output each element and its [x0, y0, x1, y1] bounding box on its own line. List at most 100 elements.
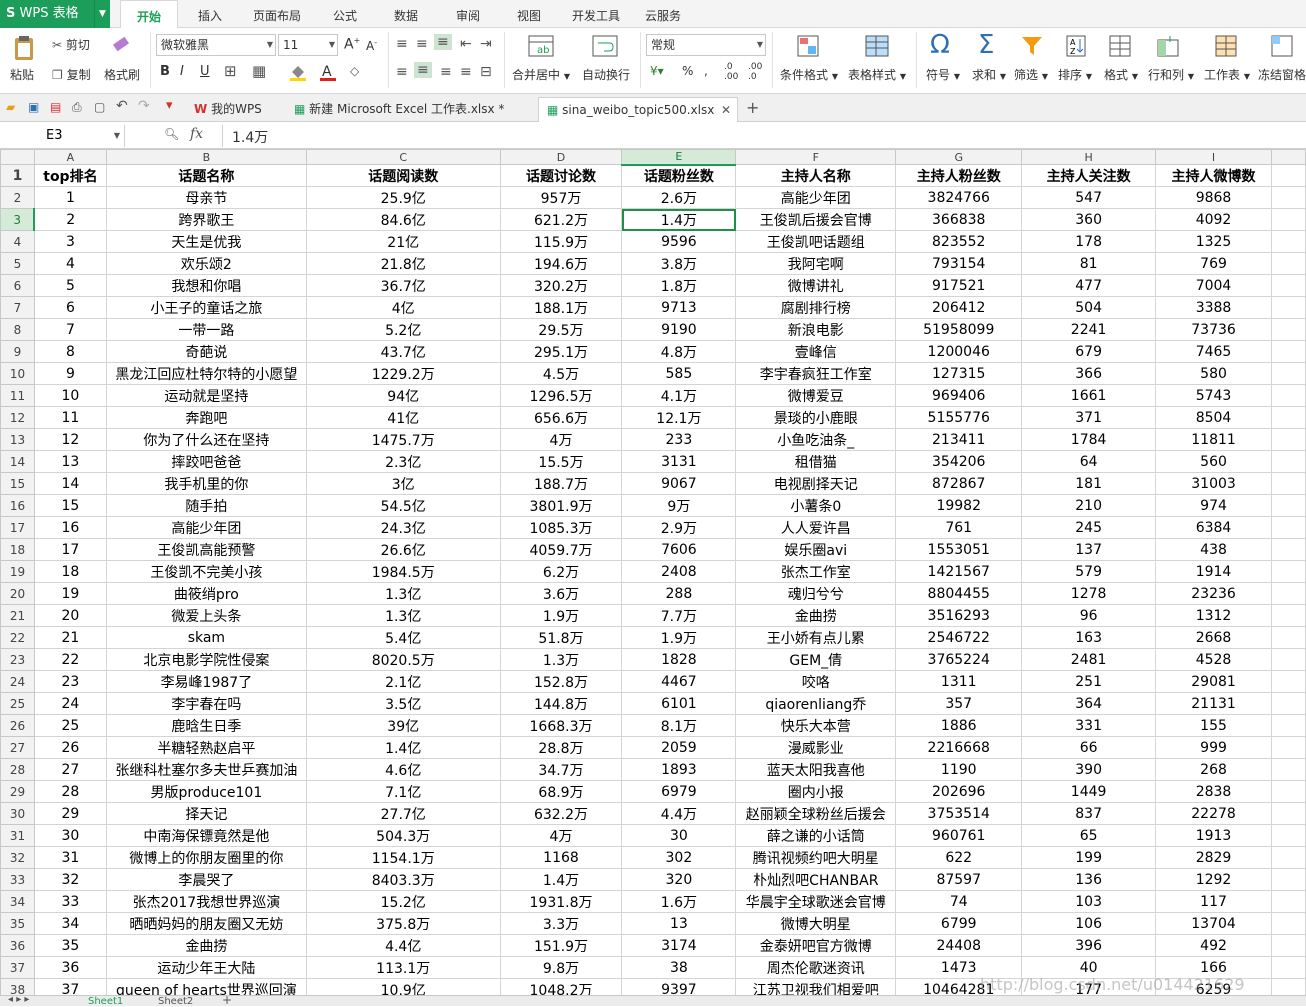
justify-icon[interactable]: ≡ — [460, 64, 472, 80]
cell[interactable]: 7.7万 — [621, 604, 737, 627]
cell[interactable]: 择天记 — [105, 802, 307, 825]
align-middle-icon[interactable]: ≡ — [416, 36, 428, 52]
cell[interactable]: 金泰妍吧官方微博 — [735, 934, 897, 957]
cell[interactable]: 366 — [1021, 362, 1157, 385]
cell[interactable]: 547 — [1021, 186, 1157, 209]
row-header[interactable]: 25 — [0, 692, 35, 715]
doc-tab-new-workbook[interactable]: ▦ 新建 Microsoft Excel 工作表.xlsx * — [286, 97, 536, 122]
sum-icon[interactable]: Σ — [978, 30, 994, 60]
cell[interactable]: 5.2亿 — [305, 318, 501, 341]
conditional-format-icon[interactable] — [796, 34, 822, 63]
cell[interactable]: 155 — [1155, 714, 1272, 737]
cell[interactable]: 27.7亿 — [305, 802, 501, 825]
font-color-icon[interactable]: A — [318, 62, 338, 85]
row-header[interactable]: 36 — [0, 934, 35, 957]
currency-icon[interactable]: ¥▾ — [650, 64, 664, 78]
cell[interactable]: 366838 — [895, 208, 1023, 231]
cell[interactable]: 9868 — [1155, 186, 1272, 209]
redo-icon[interactable]: ↷ — [138, 98, 150, 114]
cell[interactable]: 6799 — [895, 912, 1023, 935]
column-header-d[interactable]: D — [499, 149, 623, 165]
cell[interactable]: 152.8万 — [499, 670, 623, 693]
cell[interactable]: 1325 — [1155, 230, 1272, 253]
cell[interactable]: 1296.5万 — [499, 384, 623, 407]
cell[interactable]: 504 — [1021, 296, 1157, 319]
cell[interactable]: 19982 — [895, 494, 1023, 517]
font-size-select[interactable]: 11 ▼ — [278, 34, 338, 56]
cell[interactable]: 30 — [621, 824, 737, 847]
cell[interactable] — [1270, 824, 1306, 847]
cell[interactable]: 1.3亿 — [305, 604, 501, 627]
cell[interactable]: 1475.7万 — [305, 428, 501, 451]
cell[interactable]: 1.4万 — [621, 208, 737, 231]
filter-button[interactable]: 筛选 ▼ — [1014, 66, 1048, 83]
percent-button[interactable]: % — [682, 64, 693, 78]
cell[interactable]: 39亿 — [305, 714, 501, 737]
filter-icon[interactable] — [1020, 34, 1044, 61]
cell[interactable]: 579 — [1021, 560, 1157, 583]
format-button[interactable]: 格式 ▼ — [1104, 66, 1138, 83]
cell[interactable]: 腐剧排行榜 — [735, 296, 897, 319]
row-header[interactable]: 23 — [0, 648, 35, 671]
align-bottom-icon[interactable]: ≡ — [434, 34, 452, 50]
merge-center-button[interactable]: 合并居中 ▼ — [512, 66, 570, 83]
cell[interactable]: 5.4亿 — [305, 626, 501, 649]
cell[interactable]: 2.3亿 — [305, 450, 501, 473]
cell[interactable]: 1421567 — [895, 560, 1023, 583]
cell[interactable]: 560 — [1155, 450, 1272, 473]
cell[interactable]: 4.6亿 — [305, 758, 501, 781]
cell[interactable]: 蓝天太阳我喜他 — [735, 758, 897, 781]
cell[interactable]: 李易峰1987了 — [105, 670, 307, 693]
cell[interactable]: 2241 — [1021, 318, 1157, 341]
cell[interactable]: 4467 — [621, 670, 737, 693]
cell[interactable]: 957万 — [499, 186, 623, 209]
zoom-icon[interactable]: 🔍︎ — [164, 127, 179, 141]
conditional-format-button[interactable]: 条件格式 ▼ — [780, 66, 838, 83]
cell[interactable]: 84.6亿 — [305, 208, 501, 231]
cell[interactable]: 51958099 — [895, 318, 1023, 341]
cell[interactable]: 黑龙江回应杜特尔特的小愿望 — [105, 362, 307, 385]
cell[interactable]: 21131 — [1155, 692, 1272, 715]
new-tab-icon[interactable]: + — [746, 98, 759, 117]
border-icon[interactable]: ⊞ — [224, 62, 237, 80]
name-box[interactable]: E3 ▼ — [0, 125, 125, 147]
cell[interactable]: 438 — [1155, 538, 1272, 561]
cell[interactable]: 江苏卫视我们相爱吧 — [735, 978, 897, 995]
column-header-f[interactable]: F — [735, 149, 897, 165]
cell[interactable]: 我想和你唱 — [105, 274, 307, 297]
column-header-j[interactable] — [1270, 149, 1306, 165]
cell[interactable]: 1278 — [1021, 582, 1157, 605]
cell[interactable]: 张杰2017我想世界巡演 — [105, 890, 307, 913]
cell[interactable]: 李晨哭了 — [105, 868, 307, 891]
cell[interactable]: 1154.1万 — [305, 846, 501, 869]
cell[interactable]: 25.9亿 — [305, 186, 501, 209]
tab-formulas[interactable]: 公式 — [333, 0, 357, 28]
cell[interactable]: 137 — [1021, 538, 1157, 561]
cell[interactable] — [1270, 714, 1306, 737]
cell[interactable] — [1270, 648, 1306, 671]
cell[interactable]: 181 — [1021, 472, 1157, 495]
wrap-text-button[interactable]: 自动换行 — [582, 66, 630, 83]
cell[interactable]: 32 — [33, 868, 107, 891]
cell[interactable]: 3.8万 — [621, 252, 737, 275]
align-left-icon[interactable]: ≡ — [396, 64, 408, 80]
cell[interactable] — [1270, 164, 1306, 187]
cell[interactable]: 127315 — [895, 362, 1023, 385]
cell[interactable]: 81 — [1021, 252, 1157, 275]
cell[interactable] — [1270, 208, 1306, 231]
cell[interactable]: 新浪电影 — [735, 318, 897, 341]
cell[interactable] — [1270, 340, 1306, 363]
cell[interactable]: queen of hearts世界巡回演 — [105, 978, 307, 995]
format-icon[interactable] — [1108, 34, 1132, 61]
cell[interactable]: 178 — [1021, 230, 1157, 253]
cell[interactable] — [1270, 670, 1306, 693]
cell[interactable]: 王俊凯不完美小孩 — [105, 560, 307, 583]
cell[interactable]: 3131 — [621, 450, 737, 473]
cell[interactable]: 13704 — [1155, 912, 1272, 935]
cell[interactable]: 微爱上头条 — [105, 604, 307, 627]
cell[interactable]: 母亲节 — [105, 186, 307, 209]
cell[interactable]: 331 — [1021, 714, 1157, 737]
cell[interactable]: 张继科杜塞尔多夫世乒赛加油 — [105, 758, 307, 781]
app-menu-button[interactable]: S WPS 表格 ▼ — [0, 0, 110, 28]
cell[interactable]: 人人爱许昌 — [735, 516, 897, 539]
